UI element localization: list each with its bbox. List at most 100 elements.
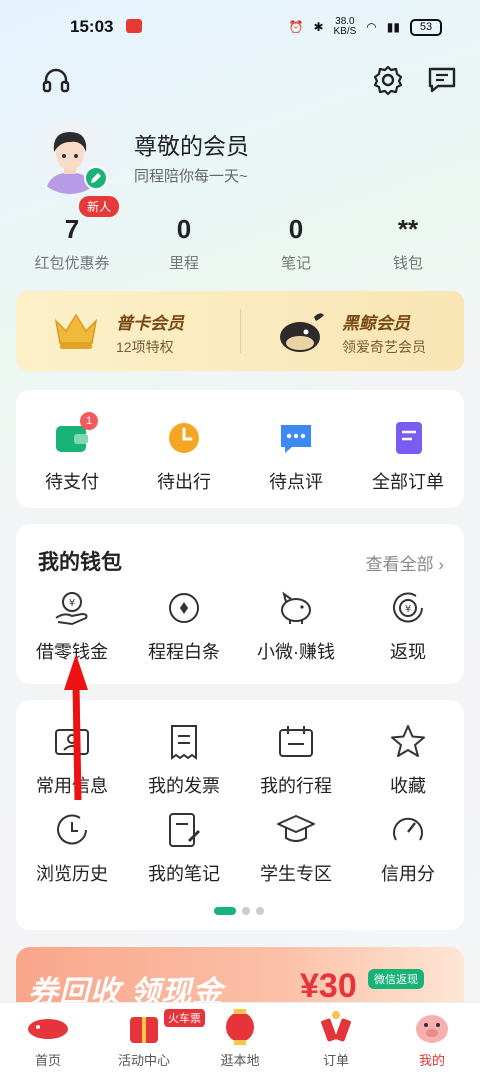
signal-icon: ▮▮ — [386, 20, 400, 34]
tool-invoices[interactable]: 我的发票 — [128, 722, 240, 798]
stat-value: ** — [397, 214, 419, 244]
tool-favorites[interactable]: 收藏 — [352, 722, 464, 798]
wallet-item-label: 小微·赚钱 — [257, 642, 335, 662]
tools-card: 常用信息 我的发票 我的行程 收藏 浏览历史 我的笔记 学生专区 信用分 — [16, 700, 464, 930]
black-whale-member-card[interactable]: 黑鲸会员 领爱奇艺会员 — [240, 291, 464, 371]
chat-icon — [281, 425, 311, 453]
tool-student-zone[interactable]: 学生专区 — [240, 810, 352, 886]
black-whale-member-title: 黑鲸会员 — [342, 314, 410, 333]
regular-member-title: 普卡会员 — [116, 314, 184, 333]
stat-label: 笔记 — [280, 255, 311, 272]
tool-common-info[interactable]: 常用信息 — [16, 722, 128, 798]
wifi-icon: ◠ — [366, 20, 377, 34]
stat-value: 0 — [176, 214, 192, 244]
edit-avatar-button[interactable] — [84, 166, 108, 190]
regular-member-subtitle: 12项特权 — [116, 339, 174, 355]
stat-value: 7 — [64, 214, 80, 244]
wallet-item-label: 程程白条 — [148, 642, 220, 662]
order-to-travel[interactable]: 待出行 — [128, 418, 240, 494]
tool-history[interactable]: 浏览历史 — [16, 810, 128, 886]
page-dot-active — [214, 907, 236, 915]
wallet-title: 我的钱包 — [38, 551, 122, 574]
gear-icon[interactable] — [372, 64, 404, 96]
wallet-cashback[interactable]: ¥ 返现 — [352, 588, 464, 664]
tools-row-1: 常用信息 我的发票 我的行程 收藏 — [16, 722, 464, 798]
tool-label: 我的发票 — [148, 776, 220, 796]
tool-label: 收藏 — [390, 776, 426, 796]
tab-home[interactable]: 首页 — [0, 1003, 96, 1072]
stat-notes[interactable]: 0 笔记 — [240, 214, 352, 273]
message-icon[interactable] — [426, 64, 458, 96]
tool-label: 信用分 — [381, 864, 435, 884]
wallet-credit[interactable]: 程程白条 — [128, 588, 240, 664]
pending-payment-count-badge: 1 — [80, 412, 98, 430]
stat-coupons[interactable]: 7 红包优惠券 — [16, 214, 128, 273]
wallet-item-label: 返现 — [390, 642, 426, 662]
piggy-bank-icon — [281, 591, 311, 624]
stat-wallet[interactable]: ** 钱包 — [352, 214, 464, 273]
order-pending-payment[interactable]: 1 待支付 — [16, 412, 128, 494]
cashback-icon: ¥ — [393, 592, 423, 623]
headset-icon[interactable] — [40, 64, 72, 96]
tab-mine[interactable]: 我的 — [384, 1003, 480, 1072]
view-all-label: 查看全部 — [365, 555, 434, 574]
tool-label: 我的行程 — [260, 776, 332, 796]
page-dot — [256, 907, 264, 915]
stat-label: 红包优惠券 — [34, 255, 110, 272]
loan-icon: ¥ — [55, 592, 88, 626]
username[interactable]: 尊敬的会员 — [134, 127, 249, 161]
tab-label: 逛本地 — [220, 1053, 260, 1068]
tab-label: 首页 — [34, 1053, 61, 1068]
wallet-micro-earn[interactable]: 小微·赚钱 — [240, 588, 352, 664]
chevron-right-icon: › — [438, 555, 444, 574]
star-icon — [391, 725, 425, 757]
tool-credit-score[interactable]: 信用分 — [352, 810, 464, 886]
promo-tag: 微信返现 — [368, 969, 424, 989]
tool-itinerary[interactable]: 我的行程 — [240, 722, 352, 798]
order-label: 待点评 — [269, 472, 323, 492]
tab-activity-center[interactable]: 火车票 活动中心 — [96, 1003, 205, 1072]
order-all[interactable]: 全部订单 — [352, 418, 464, 494]
stat-label: 里程 — [168, 255, 199, 272]
tools-row-2: 浏览历史 我的笔记 学生专区 信用分 — [16, 810, 464, 886]
pig-icon — [416, 1015, 448, 1043]
page-dot — [242, 907, 250, 915]
whale-icon — [280, 313, 324, 352]
status-bar: 15:03 ⏰ ✱ 38.0 KB/S ◠ ▮▮ 53 — [0, 0, 480, 56]
stat-value: 0 — [288, 214, 304, 244]
wallet-card: 我的钱包 查看全部 › ¥ 借零钱金 程程白条 小微·赚钱 ¥ 返现 — [16, 524, 464, 684]
tab-label: 活动中心 — [117, 1053, 170, 1068]
stat-label: 钱包 — [392, 255, 423, 272]
order-label: 待出行 — [157, 472, 211, 492]
document-icon — [396, 422, 422, 454]
credit-icon — [169, 593, 199, 623]
tool-notes[interactable]: 我的笔记 — [128, 810, 240, 886]
lantern-icon — [226, 1009, 254, 1045]
promo-banner[interactable]: 券回收 领现金 ¥30 微信返现 — [16, 947, 464, 1007]
tab-orders[interactable]: 订单 — [288, 1003, 384, 1072]
graduation-icon — [277, 815, 315, 842]
promo-headline: 券回收 领现金 — [28, 976, 224, 1007]
history-icon — [57, 814, 87, 845]
id-card-icon — [55, 729, 89, 755]
bluetooth-icon: ✱ — [313, 20, 324, 34]
tool-label: 常用信息 — [36, 776, 108, 796]
stat-mileage[interactable]: 0 里程 — [128, 214, 240, 273]
crown-icon — [54, 313, 98, 349]
stats-row: 7 红包优惠券 0 里程 0 笔记 ** 钱包 — [16, 214, 464, 273]
bottom-tab-bar: 首页 火车票 活动中心 逛本地 订单 我的 — [0, 1002, 480, 1072]
gift-icon — [130, 1017, 158, 1043]
wallet-view-all-link[interactable]: 查看全部 › — [366, 550, 444, 575]
receipt-icon — [171, 725, 197, 760]
alarm-icon: ⏰ — [288, 20, 304, 34]
net-speed-unit: KB/S — [333, 26, 357, 37]
regular-member-card[interactable]: 普卡会员 12项特权 — [16, 291, 240, 371]
tab-label: 我的 — [418, 1053, 445, 1068]
order-to-review[interactable]: 待点评 — [240, 418, 352, 494]
tool-label: 学生专区 — [260, 864, 332, 884]
tab-local[interactable]: 逛本地 — [192, 1003, 288, 1072]
tab-label: 订单 — [322, 1053, 349, 1068]
black-whale-member-subtitle: 领爱奇艺会员 — [342, 339, 426, 355]
page-indicator — [214, 907, 264, 915]
wallet-loan[interactable]: ¥ 借零钱金 — [16, 588, 128, 664]
